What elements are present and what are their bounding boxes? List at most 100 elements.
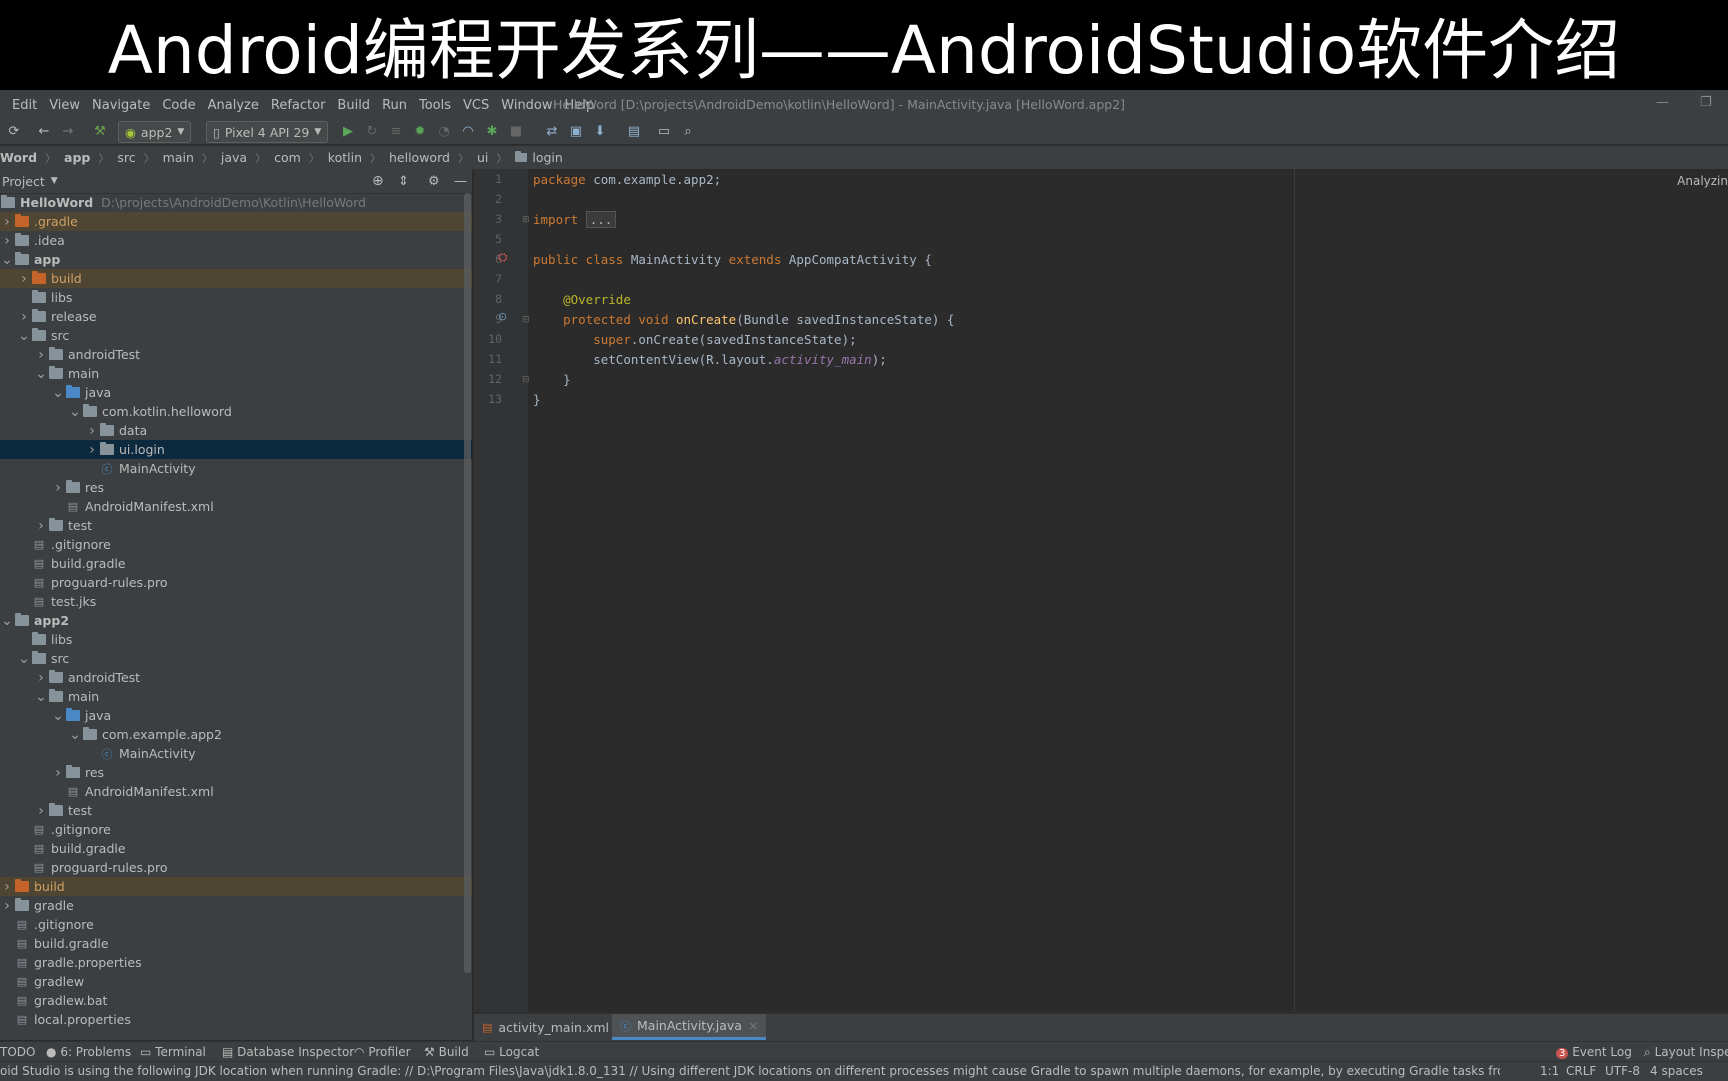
chevron-right-icon[interactable]: › <box>0 898 14 914</box>
coverage-icon[interactable]: ◔ <box>436 123 452 139</box>
chevron-down-icon[interactable]: ⌄ <box>51 708 65 724</box>
chevron-down-icon[interactable]: ⌄ <box>17 651 31 667</box>
tree-item[interactable]: › build <box>0 269 472 288</box>
hide-icon[interactable]: — <box>454 174 467 189</box>
tree-item[interactable]: › gradle <box>0 896 472 915</box>
tree-item[interactable]: › build <box>0 877 472 896</box>
menu-navigate[interactable]: Navigate <box>86 98 156 113</box>
tree-item[interactable]: ▤ build.gradle <box>0 934 472 953</box>
menu-vcs[interactable]: VCS <box>457 98 495 113</box>
tree-item[interactable]: › .idea <box>0 231 472 250</box>
chevron-down-icon[interactable]: ⌄ <box>51 385 65 401</box>
tree-item[interactable]: ⌄ main <box>0 687 472 706</box>
problems-tool[interactable]: ● 6: Problems <box>46 1045 131 1059</box>
tree-item[interactable]: ▤ gradlew <box>0 972 472 991</box>
tab-mainactivity-java[interactable]: ⓒ MainActivity.java × <box>612 1014 767 1040</box>
tree-item[interactable]: ▤ gradlew.bat <box>0 991 472 1010</box>
chevron-right-icon[interactable]: › <box>85 423 99 439</box>
profiler-tool[interactable]: ◠ Profiler <box>354 1045 411 1059</box>
tree-root[interactable]: HelloWord D:\projects\AndroidDemo\Kotlin… <box>0 193 472 212</box>
crumb-login[interactable]: login <box>532 150 564 165</box>
search-icon[interactable]: ⌕ <box>680 123 696 139</box>
forward-icon[interactable]: → <box>60 123 76 139</box>
gradle-sync-icon[interactable]: ⇄ <box>544 123 560 139</box>
crumb-project[interactable]: Word <box>0 150 39 165</box>
chevron-right-icon[interactable]: › <box>17 309 31 325</box>
make-hammer-icon[interactable]: ⚒ <box>92 123 108 139</box>
locate-icon[interactable]: ⊕ <box>372 173 384 189</box>
tree-item[interactable]: ⓒ MainActivity <box>0 744 472 763</box>
tree-item[interactable]: ▤ test.jks <box>0 592 472 611</box>
tree-item[interactable]: ▤ proguard-rules.pro <box>0 858 472 877</box>
fold-icon[interactable]: ⊟ <box>522 315 530 325</box>
menu-analyze[interactable]: Analyze <box>202 98 265 113</box>
tree-item[interactable]: › res <box>0 763 472 782</box>
tree-item[interactable]: ▤ AndroidManifest.xml <box>0 782 472 801</box>
chevron-right-icon[interactable]: › <box>34 518 48 534</box>
gear-icon[interactable]: ⚙ <box>428 174 440 189</box>
tree-item[interactable]: ▤ build.gradle <box>0 554 472 573</box>
chevron-down-icon[interactable]: ⌄ <box>0 252 14 268</box>
tree-item[interactable]: › test <box>0 516 472 535</box>
crumb-ui[interactable]: ui <box>477 150 490 165</box>
crumb-com[interactable]: com <box>274 150 303 165</box>
menu-run[interactable]: Run <box>376 98 413 113</box>
caret-position[interactable]: 1:1 <box>1540 1064 1559 1078</box>
minimize-icon[interactable]: — <box>1656 95 1669 110</box>
project-view-selector[interactable]: Project <box>2 174 45 189</box>
tree-item[interactable]: ▤ .gitignore <box>0 915 472 934</box>
tree-item[interactable]: ⌄ java <box>0 706 472 725</box>
chevron-down-icon[interactable]: ▼ <box>51 176 58 186</box>
tree-item[interactable]: libs <box>0 288 472 307</box>
tree-item[interactable]: ⌄ app2 <box>0 611 472 630</box>
tree-item[interactable]: ▤ .gitignore <box>0 820 472 839</box>
tree-item[interactable]: › androidTest <box>0 668 472 687</box>
avd-manager-icon[interactable]: ▣ <box>568 123 584 139</box>
menu-tools[interactable]: Tools <box>413 98 457 113</box>
chevron-down-icon[interactable]: ⌄ <box>68 727 82 743</box>
crumb-kotlin[interactable]: kotlin <box>328 150 364 165</box>
sdk-manager-icon[interactable]: ⬇ <box>592 123 608 139</box>
restore-icon[interactable]: ❐ <box>1700 95 1712 110</box>
tree-item[interactable]: › res <box>0 478 472 497</box>
tree-item[interactable]: › release <box>0 307 472 326</box>
chevron-down-icon[interactable]: ⌄ <box>34 689 48 705</box>
tree-item[interactable]: › test <box>0 801 472 820</box>
line-separator[interactable]: CRLF <box>1566 1064 1596 1078</box>
attach-debugger-icon[interactable]: ✱ <box>484 123 500 139</box>
menu-view[interactable]: View <box>43 98 86 113</box>
run-config-selector[interactable]: ◉ app2 ▼ <box>118 121 192 143</box>
debug-icon[interactable]: ✹ <box>412 123 428 139</box>
chevron-right-icon[interactable]: › <box>34 670 48 686</box>
collapse-all-icon[interactable]: ⇕ <box>398 174 409 189</box>
chevron-right-icon[interactable]: › <box>0 214 14 230</box>
close-icon[interactable]: × <box>748 1018 758 1033</box>
tab-activity-main-xml[interactable]: ▤ activity_main.xml × <box>474 1014 633 1040</box>
fold-icon[interactable]: ⊞ <box>522 215 530 225</box>
folded-imports[interactable]: ... <box>585 211 617 228</box>
tree-item[interactable]: ⌄ java <box>0 383 472 402</box>
indent-setting[interactable]: 4 spaces <box>1650 1064 1703 1078</box>
tree-item[interactable]: › .gradle <box>0 212 472 231</box>
tree-item[interactable]: ▤ proguard-rules.pro <box>0 573 472 592</box>
rerun-icon[interactable]: ↻ <box>364 123 380 139</box>
tree-item[interactable]: ▤ local.properties <box>0 1010 472 1029</box>
chevron-right-icon[interactable]: › <box>51 480 65 496</box>
crumb-src[interactable]: src <box>117 150 137 165</box>
stop-icon[interactable]: ■ <box>508 123 524 139</box>
layout-inspector-tool[interactable]: ⌕ Layout Inspec <box>1644 1045 1728 1060</box>
code-editor[interactable]: 1 2 3 5 6 7 8 9 10 11 12 13 ⛭ ⊙ ⊞ ⊟ ⊟ An… <box>474 169 1728 1012</box>
tree-item[interactable]: ⌄ com.example.app2 <box>0 725 472 744</box>
database-inspector-tool[interactable]: ▤ Database Inspector <box>222 1045 354 1059</box>
crumb-main[interactable]: main <box>163 150 196 165</box>
apply-changes-icon[interactable]: ≡ <box>388 123 404 139</box>
chevron-right-icon[interactable]: › <box>51 765 65 781</box>
tree-item[interactable]: ⌄ main <box>0 364 472 383</box>
tree-item[interactable]: ▤ gradle.properties <box>0 953 472 972</box>
chevron-right-icon[interactable]: › <box>85 442 99 458</box>
sync-icon[interactable]: ⟳ <box>6 123 22 139</box>
crumb-app[interactable]: app <box>64 150 92 165</box>
override-marker-icon[interactable]: ⊙ <box>498 310 507 323</box>
chevron-right-icon[interactable]: › <box>0 879 14 895</box>
todo-tool[interactable]: TODO <box>0 1045 35 1059</box>
